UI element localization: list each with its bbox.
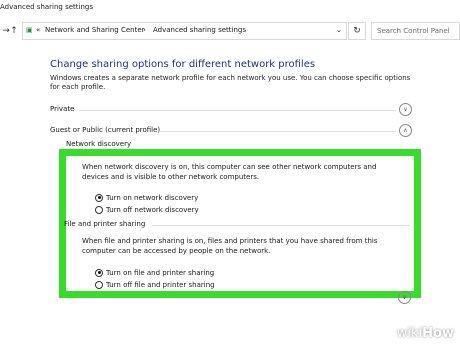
- chevron-down-icon[interactable]: ∨: [398, 291, 411, 304]
- radio-file-sharing-off[interactable]: Turn off file and printer sharing: [95, 274, 215, 289]
- address-bar[interactable]: ▣ « Network and Sharing Center › Advance…: [22, 22, 347, 40]
- divider: [160, 131, 396, 132]
- arrow-up-icon[interactable]: ↑: [8, 24, 20, 38]
- window-title: Advanced sharing settings: [0, 3, 94, 11]
- divider: [80, 110, 396, 111]
- search-input[interactable]: Search Control Panel: [371, 22, 460, 40]
- address-row: → ↑ ▣ « Network and Sharing Center › Adv…: [0, 20, 460, 42]
- watermark: wikiHow: [396, 326, 454, 341]
- chevron-down-icon[interactable]: ∨: [399, 103, 412, 116]
- chevron-down-icon[interactable]: ⌄: [336, 26, 342, 34]
- breadcrumb-separator: «: [36, 26, 41, 34]
- network-discovery-label: Network discovery: [66, 140, 132, 148]
- section-guest-public-label: Guest or Public (current profile): [50, 126, 161, 134]
- file-sharing-description: When file and printer sharing is on, fil…: [82, 237, 378, 255]
- radio-network-discovery-off[interactable]: Turn off network discovery: [95, 199, 199, 214]
- radio-unselected-icon[interactable]: [95, 205, 103, 214]
- section-private-label: Private: [50, 105, 75, 113]
- highlight-box: When network discovery is on, this compu…: [59, 149, 421, 298]
- page-title: Change sharing options for different net…: [50, 59, 316, 70]
- title-bar: Advanced sharing settings: [0, 0, 460, 18]
- breadcrumb-advanced-sharing[interactable]: Advanced sharing settings: [153, 26, 246, 34]
- file-sharing-label: File and printer sharing: [64, 220, 146, 228]
- chevron-up-icon[interactable]: ∧: [399, 124, 412, 137]
- breadcrumb-network-sharing-center[interactable]: Network and Sharing Center: [45, 26, 145, 34]
- radio-file-sharing-on[interactable]: Turn on file and printer sharing: [95, 262, 214, 277]
- page-description: Windows creates a separate network profi…: [50, 74, 411, 91]
- network-discovery-description: When network discovery is on, this compu…: [82, 163, 377, 181]
- control-panel-icon: ▣: [26, 26, 33, 34]
- radio-network-discovery-on[interactable]: Turn on network discovery: [95, 187, 198, 202]
- section-private[interactable]: Private ∨: [50, 103, 412, 119]
- refresh-icon[interactable]: ↻: [348, 22, 366, 40]
- divider: [152, 225, 410, 226]
- chevron-right-icon: ›: [143, 26, 146, 34]
- section-guest-public[interactable]: Guest or Public (current profile) ∧: [50, 124, 412, 140]
- radio-unselected-icon[interactable]: [95, 280, 103, 289]
